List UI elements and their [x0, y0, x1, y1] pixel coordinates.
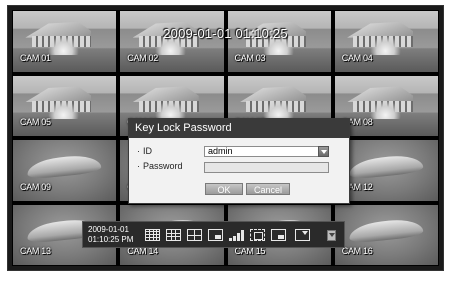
camera-label: CAM 03: [234, 52, 266, 63]
key-lock-password-dialog: Key Lock Password · ID admin · Password OK…: [128, 118, 350, 204]
id-value: admin: [208, 146, 233, 156]
id-dropdown[interactable]: admin: [204, 146, 329, 157]
bottom-toolbar: 2009-01-01 01:10:25 PM: [82, 221, 345, 248]
id-label: ID: [143, 146, 152, 156]
camera-tile[interactable]: CAM 01: [12, 10, 118, 73]
camera-label: CAM 16: [341, 246, 373, 256]
password-row: · Password: [137, 161, 183, 171]
camera-feed-dome: [26, 153, 103, 181]
camera-label: CAM 04: [341, 52, 373, 63]
screen-datetime: 2009-01-01 01:10:25: [163, 26, 288, 41]
camera-feed-dome: [348, 217, 425, 245]
camera-label: CAM 02: [127, 52, 158, 63]
pip-icon[interactable]: [208, 229, 223, 241]
camera-tile[interactable]: CAM 16: [333, 203, 439, 266]
signal-bars-icon[interactable]: [229, 229, 244, 241]
camera-feed-dome: [348, 153, 425, 181]
camera-label: CAM 01: [20, 52, 51, 63]
toolbar-date: 2009-01-01: [88, 225, 129, 234]
menu-icon[interactable]: [295, 229, 310, 241]
camera-tile[interactable]: CAM 02: [119, 10, 225, 73]
toolbar-time: 01:10:25 PM: [88, 235, 134, 244]
camera-tile[interactable]: CAM 05: [12, 74, 118, 137]
camera-tile[interactable]: CAM 03: [226, 10, 332, 73]
password-field[interactable]: [204, 162, 329, 173]
split-4-icon[interactable]: [187, 229, 202, 241]
camera-label: CAM 05: [20, 117, 51, 127]
camera-tile[interactable]: CAM 04: [333, 10, 439, 73]
collapse-icon[interactable]: [327, 230, 336, 241]
password-label: Password: [143, 161, 183, 171]
camera-label: CAM 13: [20, 246, 51, 256]
sequence-icon[interactable]: [250, 229, 265, 241]
single-view-icon[interactable]: [271, 229, 286, 241]
cancel-button[interactable]: Cancel: [246, 183, 290, 195]
camera-feed-fountain: [262, 99, 294, 120]
camera-label: CAM 09: [20, 181, 51, 192]
camera-feed-fountain: [369, 99, 401, 120]
split-16-icon[interactable]: [145, 229, 160, 241]
split-9-icon[interactable]: [166, 229, 181, 241]
camera-feed-fountain: [155, 99, 187, 120]
id-row: · ID: [137, 146, 152, 156]
dialog-title: Key Lock Password: [129, 119, 349, 138]
toolbar-datetime: 2009-01-01 01:10:25 PM: [88, 225, 133, 245]
camera-feed-fountain: [48, 99, 80, 120]
chevron-down-icon[interactable]: [318, 146, 329, 157]
camera-tile[interactable]: CAM 09: [12, 139, 118, 202]
ok-button[interactable]: OK: [205, 183, 243, 195]
